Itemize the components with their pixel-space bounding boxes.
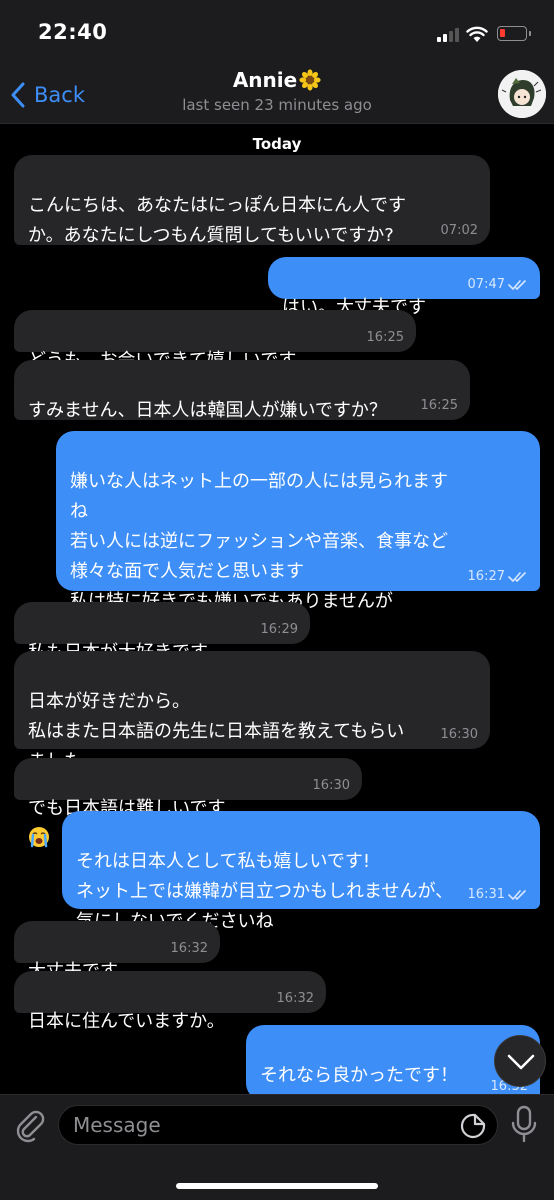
loudly-crying-face-emoji-icon [29, 827, 49, 848]
chat-header: Back Annie last seen 23 minutes ago [0, 66, 554, 124]
home-indicator [176, 1183, 378, 1189]
message-field[interactable] [58, 1105, 498, 1145]
incoming-message[interactable]: すみません、日本人は韓国人が嫌いですか？ 16:25 [14, 360, 470, 421]
date-separator: Today [252, 135, 302, 153]
message-text: それなら良かったです！ 日本に住んでますよ [260, 1065, 458, 1086]
read-checkmarks-icon [508, 572, 526, 582]
message-time: 16:31 [467, 887, 505, 902]
message-list[interactable]: Today こんにちは、あなたはにっぽん日本にん人です か。あなたにしつもん質問… [0, 125, 554, 1094]
message-time: 16:25 [366, 330, 404, 345]
wifi-icon [466, 26, 488, 42]
avatar-illustration-icon [498, 70, 546, 118]
message-time: 07:02 [440, 223, 478, 238]
outgoing-message[interactable]: それは日本人として私も嬉しいです! ネット上では嫌韓が目立つかもしれませんが、 … [62, 811, 540, 932]
paperclip-icon[interactable] [12, 1107, 46, 1143]
status-bar: 22:40 [0, 0, 554, 66]
message-text: こんにちは、あなたはにっぽん日本にん人です か。あなたにしつもん質問してもいいで… [28, 195, 406, 246]
message-time: 16:32 [276, 991, 314, 1006]
last-seen-status: last seen 23 minutes ago [182, 96, 372, 114]
incoming-message[interactable]: 大丈夫です。 16:32 [14, 921, 220, 982]
microphone-icon[interactable] [510, 1105, 538, 1143]
message-time: 16:30 [312, 778, 350, 793]
message-text: すみません、日本人は韓国人が嫌いですか？ [28, 400, 387, 421]
avatar[interactable] [498, 70, 546, 118]
incoming-message[interactable]: でも日本語は難しいです 16:30 [14, 758, 362, 848]
message-text: それは日本人として私も嬉しいです! ネット上では嫌韓が目立つかもしれませんが、 … [76, 851, 454, 932]
incoming-message[interactable]: こんにちは、あなたはにっぽん日本にん人です か。あなたにしつもん質問してもいいで… [14, 155, 490, 246]
message-time: 16:32 [170, 941, 208, 956]
incoming-message[interactable]: 日本が好きだから。 私はまた日本語の先生に日本語を教えてもらい ました 16:3… [14, 651, 490, 772]
status-time: 22:40 [38, 20, 108, 44]
incoming-message[interactable]: どうも、お会いできて嬉しいです 16:25 [14, 310, 416, 371]
message-input[interactable] [73, 1106, 453, 1144]
message-time: 07:47 [467, 277, 505, 292]
message-time: 16:25 [420, 398, 458, 413]
message-text: 日本に住んでいますか。 [28, 1011, 225, 1032]
message-text: 嫌いな人はネット上の一部の人には見られます ね 若い人には逆にファッションや音楽… [70, 471, 448, 612]
incoming-message[interactable]: 日本に住んでいますか。 16:32 [14, 971, 326, 1032]
outgoing-message[interactable]: 嫌いな人はネット上の一部の人には見られます ね 若い人には逆にファッションや音楽… [56, 431, 540, 612]
incoming-message[interactable]: 私も日本が大好きです 16:29 [14, 602, 310, 663]
battery-icon [497, 26, 531, 41]
sticker-icon[interactable] [459, 1112, 487, 1140]
message-time: 16:27 [467, 569, 505, 584]
contact-info[interactable]: Annie last seen 23 minutes ago [0, 68, 554, 114]
message-time: 16:29 [260, 622, 298, 637]
chevron-down-icon [507, 1054, 535, 1070]
sunflower-emoji-icon [299, 69, 321, 91]
read-checkmarks-icon [508, 280, 526, 290]
message-time: 16:30 [440, 727, 478, 742]
outgoing-message[interactable]: はい。大丈夫です 07:47 [268, 257, 540, 318]
cellular-signal-icon [437, 28, 459, 42]
contact-name: Annie [232, 68, 298, 92]
scroll-to-bottom-button[interactable] [494, 1035, 546, 1087]
read-checkmarks-icon [508, 890, 526, 900]
